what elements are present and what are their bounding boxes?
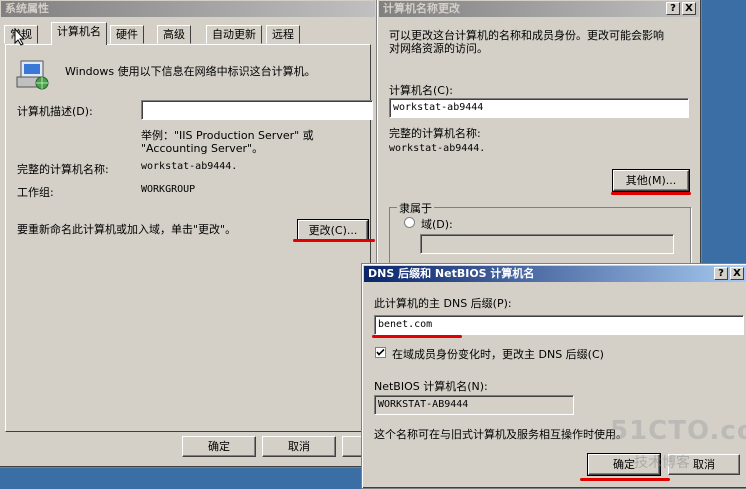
change-dns-checkbox-label: 在域成员身份变化时，更改主 DNS 后缀(C) bbox=[392, 348, 604, 361]
domain-input[interactable] bbox=[420, 234, 674, 254]
system-properties-window: 系统属性 常规 计算机名 硬件 高级 自动更新 远程 Windows 使用以下信… bbox=[0, 0, 416, 468]
help-icon[interactable]: ? bbox=[714, 267, 728, 280]
change-dns-checkbox[interactable] bbox=[375, 347, 386, 358]
member-of-label: 隶属于 bbox=[397, 200, 434, 216]
example-text-2: "Accounting Server"。 bbox=[141, 142, 264, 155]
ok-button[interactable]: 确定 bbox=[182, 436, 256, 457]
full-computer-name-label: 完整的计算机名称: bbox=[17, 163, 109, 176]
domain-label: 域(D): bbox=[421, 218, 453, 231]
computer-name-input[interactable]: workstat-ab9444 bbox=[389, 98, 689, 118]
domain-radio[interactable] bbox=[404, 217, 415, 228]
computer-name-changes-title: 计算机名称更改 bbox=[383, 2, 460, 15]
compat-text: 这个名称可在与旧式计算机及服务相互操作时使用。 bbox=[374, 428, 627, 441]
dns-suffix-input[interactable]: benet.com bbox=[374, 315, 744, 335]
other-button[interactable]: 其他(M)... bbox=[612, 169, 690, 192]
tab-remote[interactable]: 远程 bbox=[266, 25, 300, 44]
mouse-cursor-icon bbox=[14, 28, 26, 46]
computer-description-label: 计算机描述(D): bbox=[17, 105, 93, 118]
tab-automatic-updates[interactable]: 自动更新 bbox=[206, 25, 262, 44]
intro-text: Windows 使用以下信息在网络中标识这台计算机。 bbox=[65, 65, 316, 78]
tab-advanced[interactable]: 高级 bbox=[157, 25, 191, 44]
full-name-label: 完整的计算机名称: bbox=[389, 127, 481, 140]
full-computer-name-value: workstat-ab9444. bbox=[141, 161, 238, 172]
system-properties-titlebar: 系统属性 bbox=[1, 1, 375, 17]
dns-suffix-titlebar: DNS 后缀和 NetBIOS 计算机名 ? X bbox=[364, 266, 746, 282]
help-icon[interactable]: ? bbox=[666, 2, 680, 15]
system-properties-title: 系统属性 bbox=[5, 2, 49, 15]
workgroup-value: WORKGROUP bbox=[141, 184, 196, 195]
dns-suffix-window: DNS 后缀和 NetBIOS 计算机名 ? X 此计算机的主 DNS 后缀(P… bbox=[361, 263, 746, 489]
netbios-name-input[interactable]: WORKSTAT-AB9444 bbox=[374, 395, 574, 415]
highlight-ok-button bbox=[580, 478, 670, 481]
rename-intro-line2: 对网络资源的访问。 bbox=[389, 42, 488, 55]
tab-computer-name[interactable]: 计算机名 bbox=[51, 22, 107, 45]
highlight-dns-suffix bbox=[372, 335, 462, 338]
watermark-site: 51CTO.com bbox=[610, 416, 746, 446]
computer-name-changes-titlebar: 计算机名称更改 ? X bbox=[379, 1, 699, 17]
change-button[interactable]: 更改(C)... bbox=[297, 219, 369, 242]
full-name-value: workstat-ab9444. bbox=[389, 143, 486, 154]
close-icon[interactable]: X bbox=[682, 2, 696, 15]
netbios-label: NetBIOS 计算机名(N): bbox=[374, 380, 488, 393]
rename-instruction-text: 要重新命名此计算机或加入域，单击"更改"。 bbox=[17, 223, 237, 236]
computer-network-icon bbox=[16, 60, 49, 90]
close-icon[interactable]: X bbox=[730, 267, 744, 280]
check-icon bbox=[376, 348, 385, 356]
computer-description-input[interactable] bbox=[141, 100, 373, 120]
computer-name-changes-window: 计算机名称更改 ? X 可以更改这台计算机的名称和成员身份。更改可能会影响 对网… bbox=[376, 0, 702, 279]
workgroup-label: 工作组: bbox=[17, 186, 54, 199]
dns-suffix-label: 此计算机的主 DNS 后缀(P): bbox=[374, 297, 512, 310]
highlight-change-button bbox=[293, 239, 375, 242]
tab-hardware[interactable]: 硬件 bbox=[110, 25, 144, 44]
computer-name-label: 计算机名(C): bbox=[389, 84, 453, 97]
watermark-sub: 技术博客 bbox=[634, 455, 690, 471]
cancel-button[interactable]: 取消 bbox=[262, 436, 336, 457]
dns-suffix-title: DNS 后缀和 NetBIOS 计算机名 bbox=[368, 267, 535, 280]
highlight-other-button bbox=[611, 192, 691, 195]
